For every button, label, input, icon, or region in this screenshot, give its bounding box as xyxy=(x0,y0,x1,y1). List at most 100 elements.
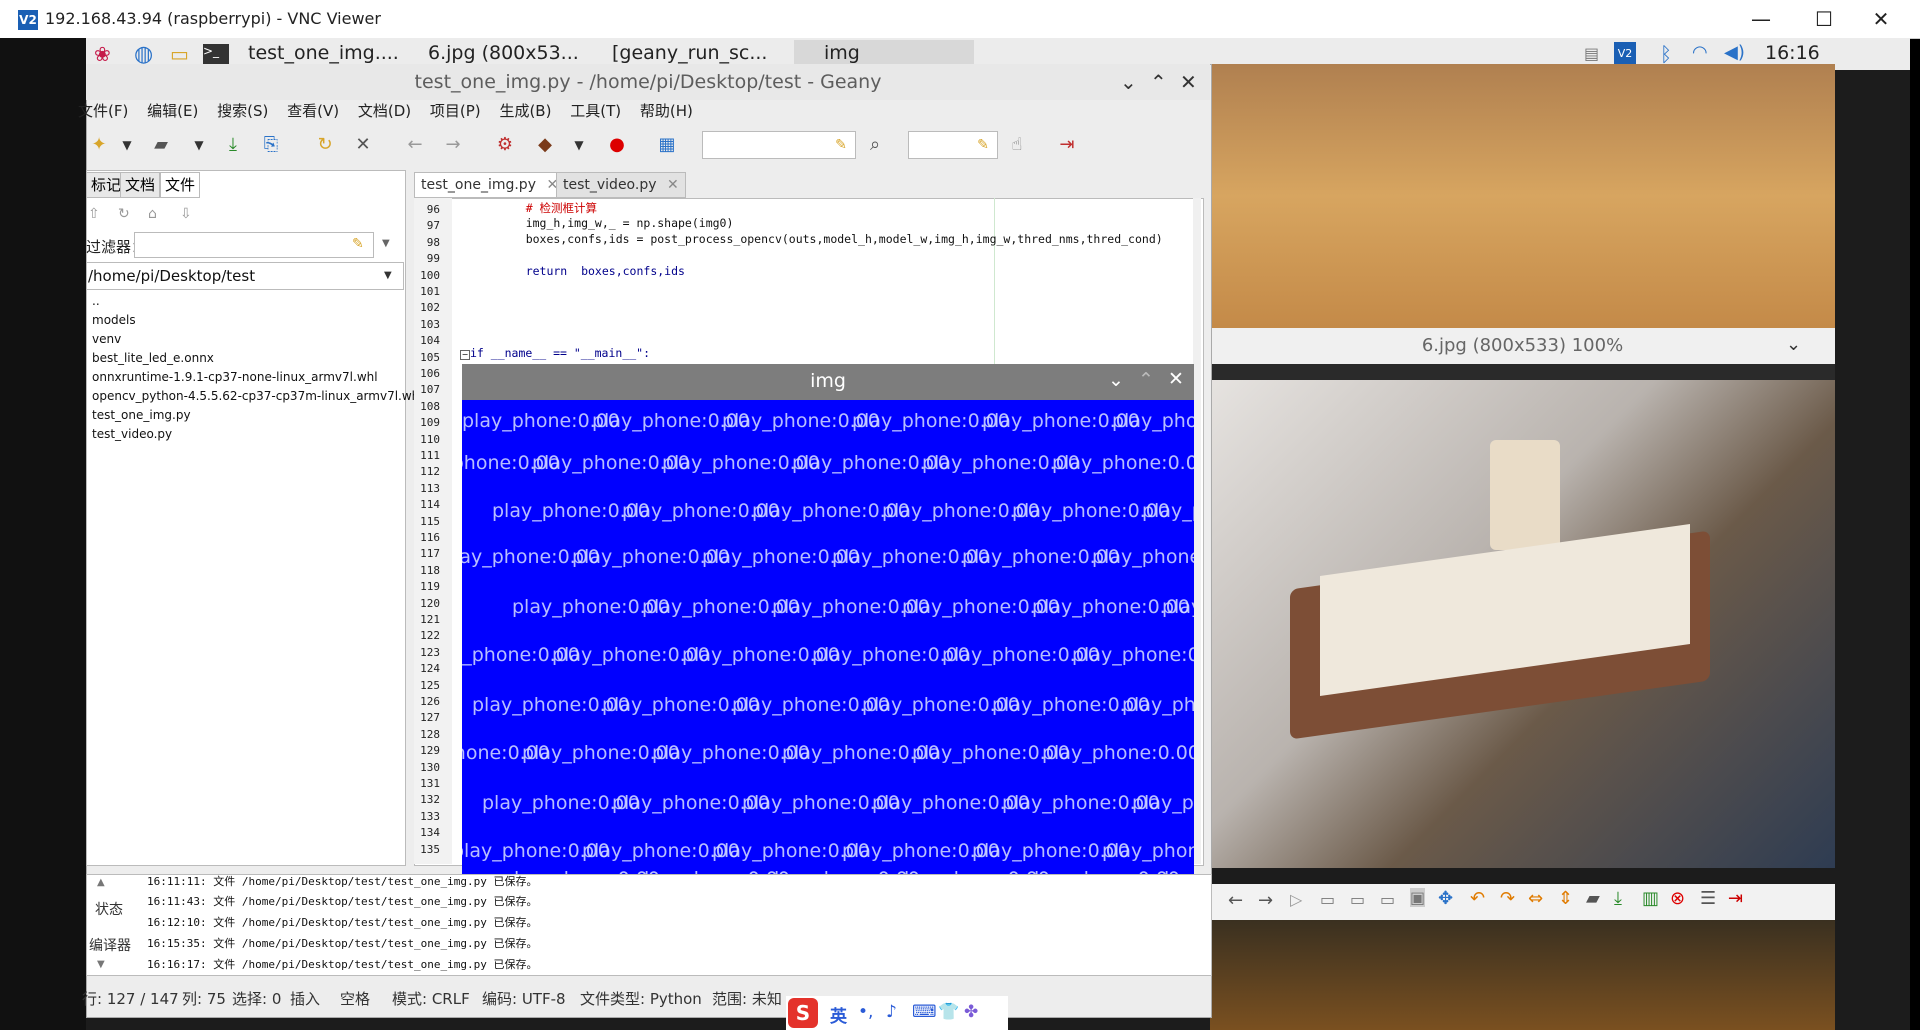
menu-view[interactable]: 查看(V) xyxy=(287,102,339,120)
build-dropdown-icon[interactable]: ▼ xyxy=(568,134,590,156)
menu-search[interactable]: 搜索(S) xyxy=(217,102,268,120)
tab-files[interactable]: 文件 xyxy=(160,172,201,198)
zoom-out-icon[interactable]: ▭ xyxy=(1320,890,1335,909)
mic-icon[interactable]: ♪ xyxy=(886,1002,897,1022)
menu-build[interactable]: 生成(B) xyxy=(499,102,551,120)
color-chooser-icon[interactable]: ▦ xyxy=(656,134,678,156)
rotate-left-icon[interactable]: ↶ xyxy=(1470,888,1485,909)
file-item[interactable]: test_one_img.py xyxy=(92,408,423,427)
terminal-icon[interactable]: >_ xyxy=(203,44,229,64)
file-item[interactable]: .. xyxy=(92,294,423,313)
prefs-icon[interactable]: ☰ xyxy=(1700,888,1716,909)
filter-input[interactable] xyxy=(134,232,374,258)
path-dropdown-icon[interactable]: ▼ xyxy=(384,270,392,281)
build-icon[interactable]: ◆ xyxy=(534,134,556,156)
menu-tools[interactable]: 工具(T) xyxy=(570,102,621,120)
chevron-down-icon[interactable]: ⌄ xyxy=(1786,334,1801,355)
taskbar-item-img[interactable]: img xyxy=(824,42,860,66)
zoom-in-icon[interactable]: ▭ xyxy=(1350,890,1365,909)
run-icon[interactable]: ● xyxy=(606,134,628,156)
geany-minimize-icon[interactable]: ⌄ xyxy=(1120,70,1137,94)
clear-goto-icon[interactable]: ✎ xyxy=(972,134,994,156)
play-icon[interactable]: ▷ xyxy=(1290,890,1302,909)
editor-scrollbar[interactable] xyxy=(1193,198,1201,864)
file-item[interactable]: models xyxy=(92,313,423,332)
clear-filter-icon[interactable]: ✎ xyxy=(352,236,364,252)
browser-icon[interactable]: ◍ xyxy=(134,42,160,67)
skin-icon[interactable]: 👕 xyxy=(938,1002,959,1022)
home-icon[interactable]: ⌂ xyxy=(148,206,157,222)
open-icon[interactable]: ▰ xyxy=(1586,888,1600,909)
new-file-icon[interactable]: ✦ xyxy=(88,134,110,156)
menu-project[interactable]: 项目(P) xyxy=(430,102,481,120)
file-item[interactable]: venv xyxy=(92,332,423,351)
vnc-tray-icon[interactable]: V2 xyxy=(1614,42,1636,66)
tab-documents[interactable]: 文档 xyxy=(120,172,161,198)
file-item[interactable]: onnxruntime-1.9.1-cp37-none-linux_armv7l… xyxy=(92,370,423,389)
geany-close-icon[interactable]: ✕ xyxy=(1180,70,1197,94)
menu-file[interactable]: 文件(F) xyxy=(78,102,128,120)
delete-icon[interactable]: ▥ xyxy=(1642,888,1659,909)
down-arrow-icon[interactable]: ▼ xyxy=(97,959,105,970)
open-file-icon[interactable]: ▰ xyxy=(150,134,172,156)
tab-compiler[interactable]: 编译器 xyxy=(89,935,131,955)
bookmark-icon[interactable]: ⇩ xyxy=(180,206,192,222)
prev-icon[interactable]: ← xyxy=(1228,890,1243,911)
refresh-icon[interactable]: ↻ xyxy=(118,206,130,222)
save-all-icon[interactable]: ⎘ xyxy=(260,134,282,156)
tray-icons[interactable]: ▤ xyxy=(1584,44,1599,63)
compile-icon[interactable]: ⚙ xyxy=(494,134,516,156)
back-icon[interactable]: ← xyxy=(404,134,426,156)
stop-icon[interactable]: ⊗ xyxy=(1670,888,1685,909)
flip-v-icon[interactable]: ⇕ xyxy=(1558,888,1573,909)
save-icon[interactable]: ⤓ xyxy=(222,134,244,156)
menu-help[interactable]: 帮助(H) xyxy=(640,102,693,120)
maximize-button[interactable]: ☐ xyxy=(1795,0,1853,38)
ime-lang[interactable]: 英 xyxy=(830,1002,847,1027)
tab-test-one-img[interactable]: test_one_img.py ✕ xyxy=(414,172,566,198)
goto-icon[interactable]: ☝ xyxy=(1006,134,1028,156)
bluetooth-icon[interactable]: ᛒ xyxy=(1660,42,1672,66)
tab-status[interactable]: 状态 xyxy=(95,899,123,919)
up-arrow-icon[interactable]: ▲ xyxy=(97,877,105,888)
search-icon[interactable]: ⌕ xyxy=(864,134,886,156)
exit-icon[interactable]: ⇥ xyxy=(1728,888,1743,909)
sogou-logo-icon[interactable]: S xyxy=(788,998,818,1028)
minimize-button[interactable]: — xyxy=(1732,0,1790,38)
clear-search-icon[interactable]: ✎ xyxy=(830,134,852,156)
raspberry-menu-icon[interactable]: ❀ xyxy=(94,42,120,66)
save-icon[interactable]: ⤓ xyxy=(1614,888,1622,909)
file-manager-icon[interactable]: ▭ xyxy=(170,42,196,66)
img-maximize-icon[interactable]: ⌃ xyxy=(1138,369,1154,391)
flip-h-icon[interactable]: ⇔ xyxy=(1528,888,1543,909)
next-icon[interactable]: → xyxy=(1258,890,1273,911)
menu-edit[interactable]: 编辑(E) xyxy=(147,102,198,120)
punct-icon[interactable]: •, xyxy=(858,1002,873,1022)
menu-document[interactable]: 文档(D) xyxy=(358,102,411,120)
fold-icon[interactable]: − xyxy=(460,350,470,360)
new-dropdown-icon[interactable]: ▼ xyxy=(116,134,138,156)
keyboard-icon[interactable]: ⌨ xyxy=(912,1002,937,1022)
close-file-icon[interactable]: ✕ xyxy=(352,134,374,156)
file-item[interactable]: opencv_python-4.5.5.62-cp37-cp37m-linux_… xyxy=(92,389,423,408)
tab-test-video[interactable]: test_video.py ✕ xyxy=(556,172,686,198)
fullscreen-icon[interactable]: ✥ xyxy=(1438,888,1453,909)
filter-dropdown-icon[interactable]: ▼ xyxy=(382,238,390,249)
forward-icon[interactable]: → xyxy=(442,134,464,156)
volume-icon[interactable]: ◀) xyxy=(1724,42,1745,63)
close-button[interactable]: ✕ xyxy=(1852,0,1910,38)
tools-icon[interactable]: ✤ xyxy=(964,1002,978,1022)
taskbar-item-geany[interactable]: test_one_img.... xyxy=(248,42,399,66)
img-close-icon[interactable]: ✕ xyxy=(1168,368,1184,390)
img-minimize-icon[interactable]: ⌄ xyxy=(1108,369,1124,391)
file-item[interactable]: best_lite_led_e.onnx xyxy=(92,351,423,370)
wifi-icon[interactable]: ◠ xyxy=(1692,42,1708,63)
reload-icon[interactable]: ↻ xyxy=(314,134,336,156)
up-icon[interactable]: ⇧ xyxy=(88,206,100,222)
taskbar-item-image[interactable]: 6.jpg (800x53... xyxy=(428,42,579,66)
tab-close-icon[interactable]: ✕ xyxy=(667,177,679,193)
taskbar-item-terminal[interactable]: [geany_run_sc... xyxy=(612,42,767,66)
file-item[interactable]: test_video.py xyxy=(92,427,423,446)
quit-icon[interactable]: ⇥ xyxy=(1056,134,1078,156)
zoom-fit-icon[interactable]: ▭ xyxy=(1380,890,1395,909)
